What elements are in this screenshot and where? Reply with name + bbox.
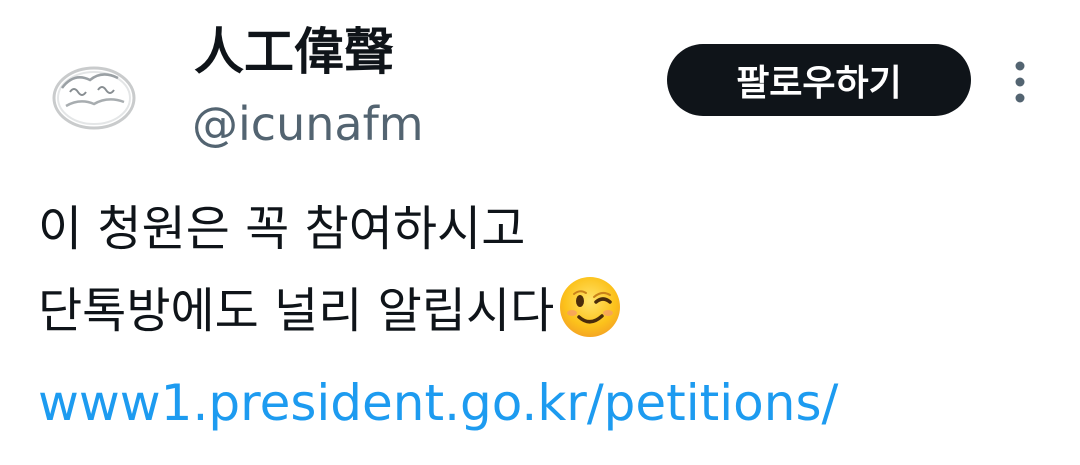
winking-face-emoji [558, 275, 622, 339]
display-name[interactable]: 人工偉聲 [194, 20, 394, 84]
tweet-line: 이 청원은 꼭 참여하시고 [38, 201, 526, 257]
more-vertical-icon[interactable] [1008, 60, 1032, 104]
ring-avatar-icon [40, 42, 148, 150]
petition-link[interactable]: www1.president.go.kr/petitions/ [38, 368, 838, 438]
avatar[interactable] [40, 42, 148, 150]
tweet-line-with-emoji: 단톡방에도 널리 알립시다 [38, 270, 622, 352]
tweet-line: 단톡방에도 널리 알립시다 [38, 283, 555, 339]
user-handle[interactable]: @icunafm [192, 94, 424, 154]
tweet-text: 이 청원은 꼭 참여하시고 단톡방에도 널리 알립시다 [38, 188, 622, 352]
follow-button[interactable]: 팔로우하기 [667, 44, 971, 116]
